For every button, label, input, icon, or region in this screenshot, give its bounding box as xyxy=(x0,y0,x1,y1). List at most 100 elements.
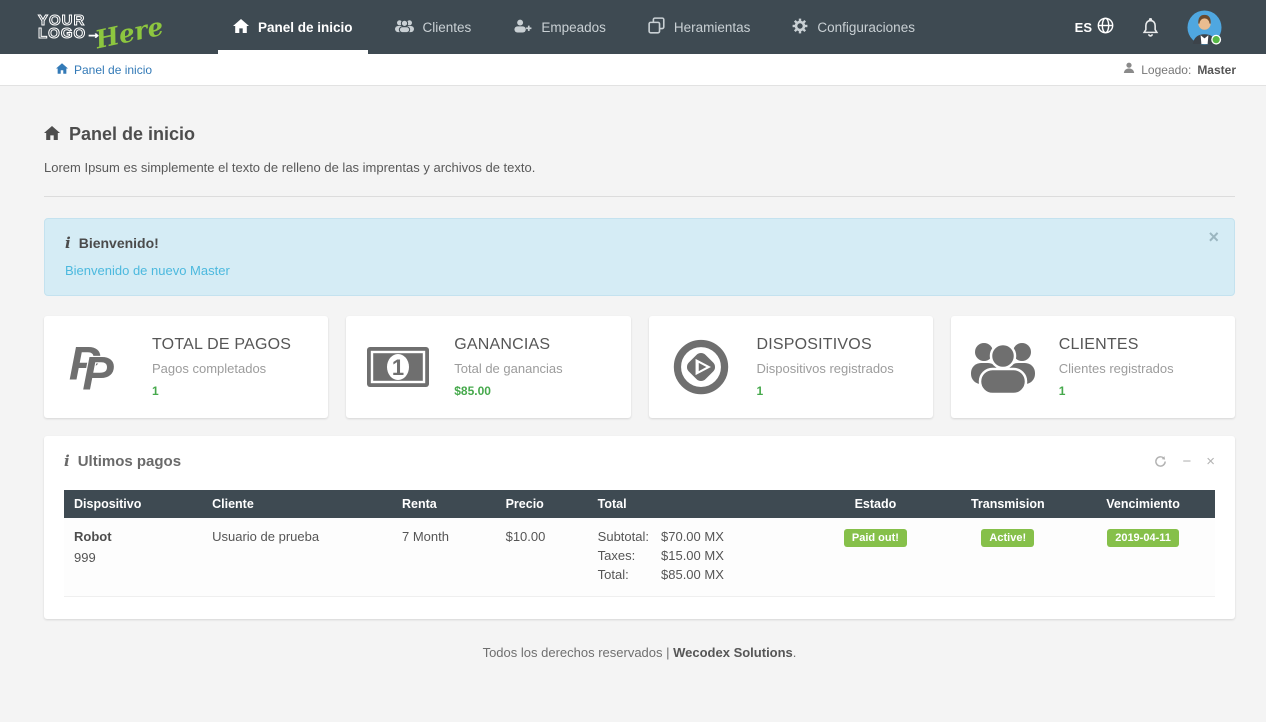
main-nav: Panel de inicio Clientes Empeados Herami… xyxy=(212,0,936,54)
navbar-right: ES xyxy=(1075,0,1266,54)
stat-subtitle: Clientes registrados xyxy=(1058,361,1174,376)
nav-item-panel-de-inicio[interactable]: Panel de inicio xyxy=(212,0,374,54)
stat-value: 1 xyxy=(756,384,764,398)
col-transmision: Transmision xyxy=(944,490,1072,518)
stat-subtitle: Total de ganancias xyxy=(454,361,563,376)
stat-title: DISPOSITIVOS xyxy=(756,336,872,353)
breadcrumb-label: Panel de inicio xyxy=(74,62,153,77)
collapse-icon[interactable]: − xyxy=(1182,454,1191,469)
main-content: Panel de inicio Lorem Ipsum es simplemen… xyxy=(0,86,1266,660)
cell-precio: $10.00 xyxy=(495,518,588,597)
due-date-badge: 2019-04-11 xyxy=(1107,529,1179,547)
brand-logo[interactable]: YOUR LOGO→ Here xyxy=(0,0,212,54)
refresh-icon[interactable] xyxy=(1154,455,1167,468)
col-total: Total xyxy=(587,490,807,518)
stat-title: TOTAL DE PAGOS xyxy=(152,336,292,353)
footer-text: Todos los derechos reservados | xyxy=(482,645,670,660)
total-label: Total: xyxy=(597,567,629,582)
language-selector[interactable]: ES xyxy=(1075,17,1114,37)
svg-text:P: P xyxy=(82,347,114,399)
col-dispositivo: Dispositivo xyxy=(64,490,203,518)
nav-item-configuraciones[interactable]: Configuraciones xyxy=(771,0,936,54)
nav-label: Configuraciones xyxy=(817,19,915,35)
cell-renta: 7 Month xyxy=(392,518,496,597)
subtotal-label: Subtotal: xyxy=(597,529,649,544)
home-icon xyxy=(56,62,68,77)
stat-subtitle: Dispositivos registrados xyxy=(756,361,894,376)
col-renta: Renta xyxy=(392,490,496,518)
nav-item-empeados[interactable]: Empeados xyxy=(492,0,627,54)
logo-script: Here xyxy=(92,11,167,54)
panel-tools: − × xyxy=(1154,454,1215,469)
alert-message: Bienvenido de nuevo Master xyxy=(65,263,230,278)
stat-card-dispositivos: DISPOSITIVOS Dispositivos registrados 1 xyxy=(648,316,933,418)
breadcrumb-bar: Panel de inicio Logeado: Master xyxy=(0,54,1266,86)
top-navbar: YOUR LOGO→ Here Panel de inicio Clientes… xyxy=(0,0,1266,54)
page-title-text: Panel de inicio xyxy=(69,124,196,144)
totals-breakdown: Subtotal: $70.00 MX Taxes: $15.00 MX Tot… xyxy=(598,529,724,582)
footer-brand: Wecodex Solutions xyxy=(673,645,793,660)
breadcrumb[interactable]: Panel de inicio xyxy=(56,63,152,77)
payments-table-wrap: Dispositivo Cliente Renta Precio Total E… xyxy=(64,490,1215,597)
col-precio: Precio xyxy=(495,490,588,518)
gear-icon xyxy=(792,18,808,37)
col-cliente: Cliente xyxy=(202,490,393,518)
cell-total: Subtotal: $70.00 MX Taxes: $15.00 MX Tot… xyxy=(587,518,807,597)
stat-title: GANANCIAS xyxy=(454,336,551,353)
ultimos-pagos-panel: i Ultimos pagos − × Dispositivo Cliente … xyxy=(44,436,1235,619)
col-estado: Estado xyxy=(806,490,945,518)
total-value: $85.00 MX xyxy=(661,567,724,582)
divider xyxy=(44,196,1235,197)
paypal-icon: P P xyxy=(64,335,128,399)
table-row: Robot 999 Usuario de prueba 7 Month $10.… xyxy=(64,518,1215,597)
transmission-badge: Active! xyxy=(981,529,1035,547)
logged-user: Master xyxy=(1197,62,1236,77)
stat-value: $85.00 xyxy=(454,384,491,398)
home-icon xyxy=(44,124,60,145)
status-badge: Paid out! xyxy=(843,529,907,547)
close-icon[interactable]: × xyxy=(1206,454,1215,469)
cell-cliente: Usuario de prueba xyxy=(202,518,393,597)
cell-vencimiento: 2019-04-11 xyxy=(1071,518,1215,597)
stat-card-body: GANANCIAS Total de ganancias $85.00 xyxy=(454,336,562,398)
stat-value: 1 xyxy=(152,384,159,398)
nav-label: Heramientas xyxy=(673,19,751,35)
page-title: Panel de inicio xyxy=(44,124,1235,145)
alert-title-text: Bienvenido! xyxy=(78,235,159,251)
cell-estado: Paid out! xyxy=(806,518,945,597)
table-header-row: Dispositivo Cliente Renta Precio Total E… xyxy=(64,490,1215,518)
subtotal-value: $70.00 MX xyxy=(661,529,724,544)
taxes-value: $15.00 MX xyxy=(661,548,724,563)
notifications-bell-icon[interactable] xyxy=(1142,17,1159,37)
footer: Todos los derechos reservados | Wecodex … xyxy=(44,645,1235,660)
footer-suffix: . xyxy=(792,645,797,660)
stat-title: CLIENTES xyxy=(1058,336,1139,353)
stat-card-total-pagos: P P TOTAL DE PAGOS Pagos completados 1 xyxy=(44,316,329,418)
taxes-label: Taxes: xyxy=(597,548,636,563)
stat-card-body: TOTAL DE PAGOS Pagos completados 1 xyxy=(152,336,291,398)
money-bill-icon: 1 xyxy=(366,346,430,388)
close-icon[interactable]: × xyxy=(1208,228,1219,246)
payments-table: Dispositivo Cliente Renta Precio Total E… xyxy=(64,490,1215,597)
stat-card-body: DISPOSITIVOS Dispositivos registrados 1 xyxy=(757,336,894,398)
user-avatar[interactable] xyxy=(1187,9,1222,45)
language-code: ES xyxy=(1074,19,1092,35)
nav-item-heramientas[interactable]: Heramientas xyxy=(627,0,772,54)
stat-card-ganancias: 1 GANANCIAS Total de ganancias $85.00 xyxy=(346,316,631,418)
globe-icon xyxy=(1097,17,1114,37)
nav-label: Empeados xyxy=(541,19,606,35)
cell-dispositivo: Robot 999 xyxy=(64,518,203,597)
cell-transmision: Active! xyxy=(944,518,1072,597)
stat-value: 1 xyxy=(1058,384,1066,398)
device-id: 999 xyxy=(74,550,96,565)
home-icon xyxy=(233,18,249,36)
svg-text:1: 1 xyxy=(392,355,404,380)
info-icon: i xyxy=(64,452,70,470)
stat-cards-row: P P TOTAL DE PAGOS Pagos completados 1 1 xyxy=(44,316,1235,418)
welcome-alert: i Bienvenido! Bienvenido de nuevo Master… xyxy=(44,218,1235,296)
info-icon: i xyxy=(65,234,71,252)
device-name: Robot xyxy=(74,529,112,544)
nav-item-clientes[interactable]: Clientes xyxy=(374,0,493,54)
logged-label: Logeado: xyxy=(1141,62,1192,77)
col-vencimiento: Vencimiento xyxy=(1071,490,1215,518)
